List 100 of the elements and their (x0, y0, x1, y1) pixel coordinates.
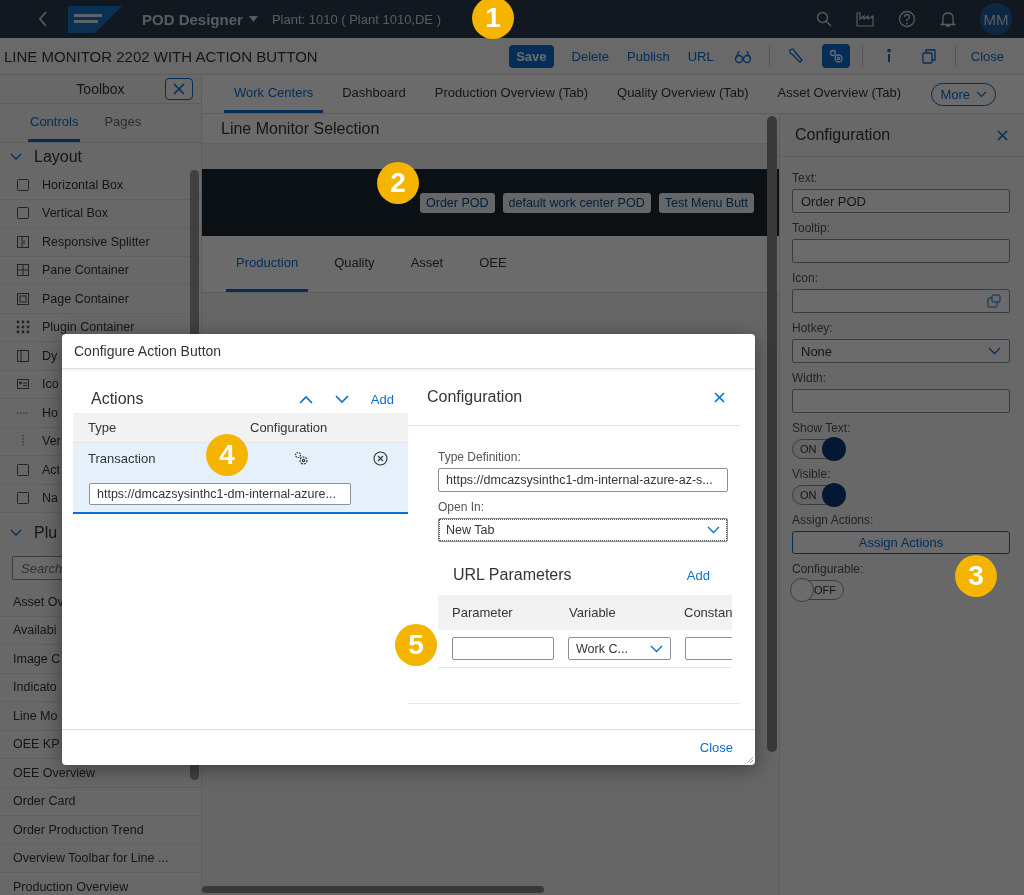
bell-icon[interactable] (940, 10, 956, 28)
close-icon (173, 83, 185, 95)
page-tab[interactable]: Production Overview (Tab) (424, 75, 598, 113)
back-icon[interactable] (38, 11, 48, 27)
toolbox-item[interactable]: Order Production Trend (0, 816, 201, 845)
chevron-icon (976, 90, 987, 98)
chevron-icon (707, 526, 720, 534)
close-link[interactable]: Close (699, 740, 733, 755)
canvas-tab[interactable]: Quality (324, 236, 385, 292)
chevron-icon[interactable] (10, 153, 22, 161)
column-header: Variable (568, 605, 617, 620)
plant-label: Plant: 1010 ( Plant 1010,DE ) (271, 11, 441, 27)
app-title[interactable]: POD Designer (142, 10, 243, 28)
gears-icon-button[interactable] (821, 44, 850, 68)
page-tab[interactable]: Dashboard (332, 75, 416, 113)
resize-grip-icon[interactable] (746, 756, 754, 764)
panel-title: Configuration (795, 126, 891, 144)
text-field[interactable]: https://dmcazsysinthc1-dm-internal-azure-az-s... (438, 468, 728, 492)
column-header: Constan (683, 605, 732, 620)
save-button[interactable]: Save (509, 44, 554, 68)
layout-icon (16, 348, 30, 363)
variable-select[interactable]: Work C... (568, 637, 671, 660)
user-avatar[interactable]: MM (980, 3, 1012, 35)
checkbox-icon (16, 491, 30, 506)
assign-actions-button[interactable]: Assign Actions (792, 531, 1010, 554)
toolbox-title: Toolbox (76, 81, 125, 97)
scrollbar[interactable] (767, 116, 777, 752)
toolbar-button[interactable]: Close (964, 44, 1010, 68)
scrollbar[interactable] (202, 886, 544, 893)
remove-icon[interactable] (373, 450, 388, 466)
field-label: Show Text: (792, 421, 851, 435)
close-button[interactable] (165, 78, 193, 100)
toggle-switch[interactable]: ON (792, 439, 844, 459)
text-field[interactable]: Order POD (792, 189, 1010, 213)
section-title: Actions (91, 390, 144, 408)
toolbox-item[interactable]: Overview Toolbar for Line ... (0, 844, 201, 873)
page-tab[interactable]: Quality Overview (Tab) (607, 75, 759, 113)
group-title[interactable]: Layout (34, 148, 83, 166)
canvas-tab[interactable]: OEE (469, 236, 517, 292)
column-header: Type (87, 420, 118, 435)
move-down-icon[interactable] (334, 394, 349, 404)
field-label: Tooltip: (792, 221, 831, 235)
text-field[interactable] (792, 389, 1010, 413)
toolbox-tab[interactable]: Pages (102, 104, 144, 142)
canvas-tab[interactable]: Asset (400, 236, 454, 292)
toolbar-button[interactable]: Publish (621, 44, 676, 68)
help-icon[interactable] (898, 10, 916, 28)
field-label: Hotkey: (792, 321, 833, 335)
parameter-field[interactable] (452, 637, 554, 660)
text-field[interactable] (792, 239, 1010, 263)
close-icon[interactable] (714, 391, 725, 403)
close-icon[interactable] (997, 129, 1008, 141)
field-label: Assign Actions: (792, 513, 874, 527)
page-title: LINE MONITOR 2202 WITH ACTION BUTTON (4, 47, 318, 65)
url-field[interactable]: https://dmcazsysinthc1-dm-internal-azure... (89, 483, 351, 505)
constant-field[interactable] (685, 637, 732, 660)
action-button[interactable]: default work center POD (502, 192, 651, 213)
toolbar-button[interactable]: URL (681, 44, 720, 68)
section-title: URL Parameters (453, 566, 572, 584)
field-label: Visible: (792, 467, 831, 481)
field-label: Icon: (792, 271, 818, 285)
action-button[interactable]: Test Menu Butt (658, 192, 755, 213)
chevron-icon (988, 347, 1001, 355)
search-icon[interactable] (816, 11, 832, 27)
add-link[interactable]: Add (686, 567, 710, 583)
move-up-icon[interactable] (298, 394, 313, 404)
factory-icon[interactable] (856, 11, 874, 27)
page-tab[interactable]: Asset Overview (Tab) (767, 75, 912, 113)
add-link[interactable]: Add (370, 391, 394, 407)
field-label: Configurable: (792, 562, 864, 576)
value-help-icon[interactable] (987, 294, 1001, 308)
toggle-switch[interactable]: OFF (792, 580, 844, 600)
logo-icon (68, 5, 122, 33)
action-button[interactable]: Order POD (420, 192, 495, 213)
canvas-tab[interactable]: Production (226, 236, 309, 292)
checkbox-icon (16, 462, 30, 477)
toggle-switch[interactable]: ON (792, 485, 844, 505)
gears-icon[interactable] (293, 450, 309, 466)
chevron-icon (650, 644, 663, 653)
field-label: Type Definition: (438, 450, 521, 464)
column-header: Parameter (451, 605, 514, 620)
icon-field[interactable] (792, 289, 1010, 313)
wrench-icon (786, 47, 805, 65)
open-in-select[interactable]: New Tab (438, 518, 728, 542)
copy-icon (919, 47, 938, 65)
group-title[interactable]: Plu (34, 524, 58, 542)
info-icon (886, 49, 891, 63)
field-label: Text: (792, 171, 818, 185)
toolbox-item[interactable]: Production Overview (0, 873, 201, 895)
field-label: Open In: (438, 500, 485, 514)
chevron-icon[interactable] (10, 529, 22, 537)
section-title: Configuration (427, 388, 523, 406)
dialog-title: Configure Action Button (74, 343, 222, 359)
layout-icon (16, 291, 30, 306)
toolbar-button[interactable]: Delete (565, 44, 616, 68)
layout-icon (16, 263, 30, 278)
caret-icon[interactable] (248, 16, 258, 22)
toolbox-item[interactable]: Order Card (0, 787, 201, 816)
hotkey-select[interactable]: None (792, 339, 1010, 363)
toolbox-tab[interactable]: Controls (28, 104, 81, 142)
